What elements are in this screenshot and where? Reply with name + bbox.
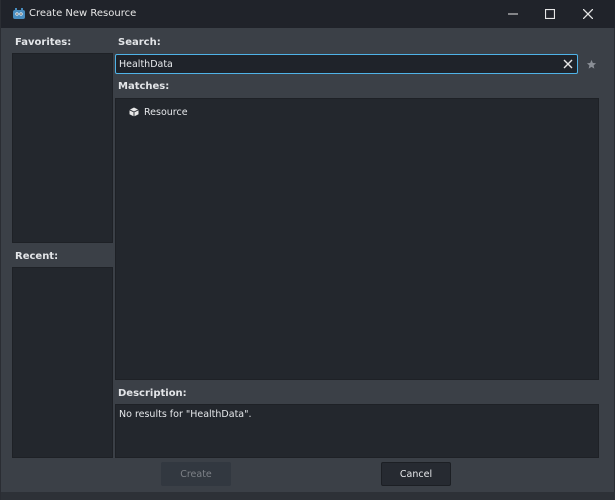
- recent-label: Recent:: [15, 251, 59, 262]
- clear-search-button[interactable]: [562, 58, 574, 70]
- search-field[interactable]: [115, 54, 578, 74]
- favorites-list[interactable]: [12, 53, 113, 243]
- minimize-button[interactable]: [494, 0, 532, 28]
- match-item-resource[interactable]: Resource: [129, 106, 188, 118]
- maximize-icon: [545, 9, 555, 19]
- cube-icon: [129, 107, 139, 117]
- matches-tree[interactable]: [115, 98, 599, 380]
- matches-label: Matches:: [118, 81, 170, 92]
- favorite-toggle-button[interactable]: [583, 55, 599, 73]
- minimize-icon: [508, 13, 518, 15]
- maximize-button[interactable]: [531, 0, 569, 28]
- create-resource-dialog: Create New Resource Favorites: Recent: S…: [0, 0, 615, 500]
- close-icon: [583, 9, 593, 19]
- bottom-edge: [1, 492, 615, 500]
- recent-list[interactable]: [12, 267, 113, 458]
- match-item-label: Resource: [144, 106, 188, 118]
- cancel-button[interactable]: Cancel: [381, 462, 451, 486]
- favorites-label: Favorites:: [15, 37, 72, 48]
- description-label: Description:: [118, 388, 187, 399]
- search-label: Search:: [118, 37, 161, 48]
- godot-app-icon: [12, 7, 26, 21]
- description-text: No results for "HealthData".: [119, 409, 252, 420]
- create-button[interactable]: Create: [161, 462, 231, 486]
- star-icon: [586, 59, 596, 69]
- close-window-button[interactable]: [569, 0, 607, 28]
- search-input[interactable]: [119, 57, 549, 71]
- clear-icon: [563, 59, 573, 69]
- window-title: Create New Resource: [29, 8, 137, 19]
- title-bar: Create New Resource: [1, 0, 615, 28]
